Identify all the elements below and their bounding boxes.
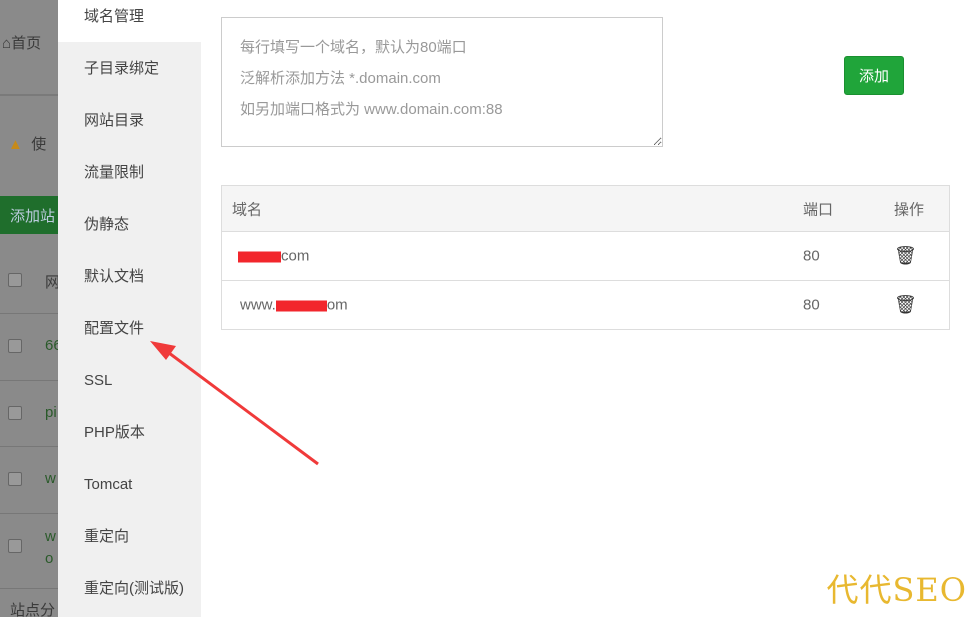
watermark-logo: 代代SEO	[826, 571, 967, 609]
annotation-arrow	[150, 341, 319, 466]
